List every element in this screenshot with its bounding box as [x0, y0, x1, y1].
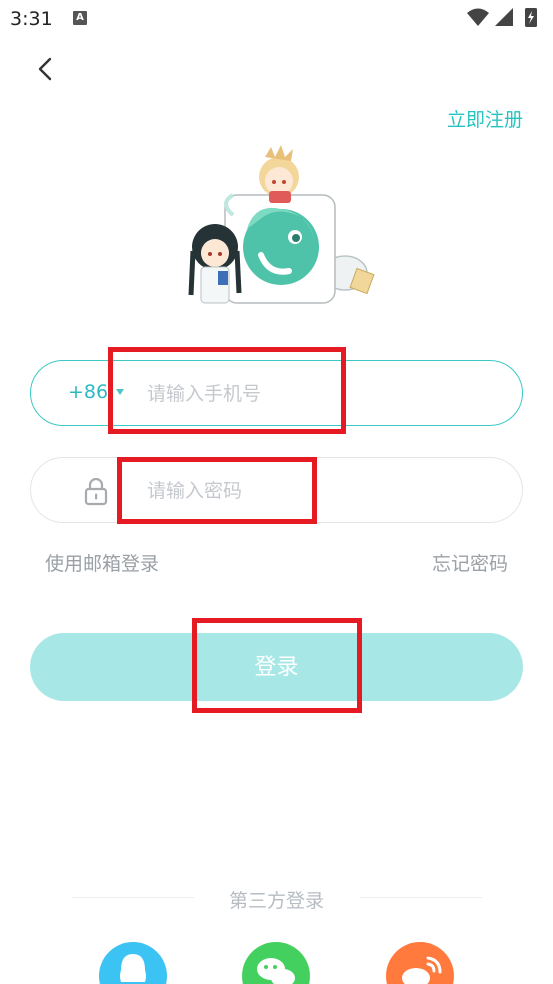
phone-input[interactable]	[145, 377, 469, 411]
country-code-selector[interactable]: +86	[68, 381, 108, 403]
register-link[interactable]: 立即注册	[447, 105, 523, 132]
lock-icon	[84, 477, 108, 506]
password-input[interactable]	[145, 474, 469, 508]
cell-signal-icon	[495, 8, 513, 26]
qq-login-button[interactable]	[99, 942, 167, 984]
wifi-icon	[467, 8, 489, 26]
phone-field: +86	[30, 360, 523, 426]
chevron-left-icon	[38, 57, 52, 81]
app-mascot-logo	[188, 145, 375, 304]
notification-icon: A	[73, 11, 87, 25]
wechat-icon	[257, 958, 295, 984]
back-button[interactable]	[28, 52, 64, 88]
status-icons	[467, 8, 537, 27]
password-field	[30, 457, 523, 523]
weibo-icon	[402, 956, 442, 984]
status-time: 3:31	[10, 8, 53, 30]
third-party-label: 第三方登录	[228, 890, 324, 912]
status-bar: 3:31 A	[0, 0, 553, 40]
weibo-login-button[interactable]	[386, 942, 454, 984]
caret-down-icon[interactable]	[116, 389, 124, 395]
wechat-login-button[interactable]	[242, 942, 310, 984]
forgot-password-link[interactable]: 忘记密码	[432, 549, 508, 576]
login-button[interactable]: 登录	[30, 633, 523, 701]
qq-icon	[120, 954, 146, 982]
email-login-link[interactable]: 使用邮箱登录	[45, 549, 159, 576]
login-screen: 3:31 A 立即注册 +86 请输入手机号 使用邮箱登录 忘记密码 登录 第三…	[0, 0, 553, 984]
